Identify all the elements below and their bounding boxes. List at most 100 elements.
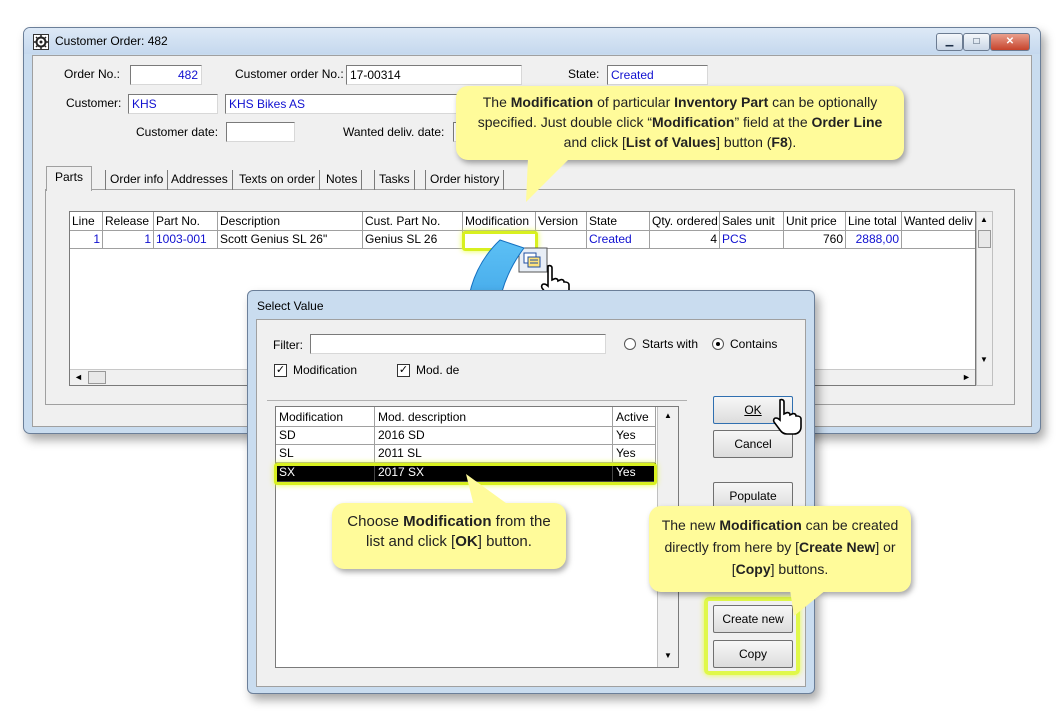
callout-bold: Modification: [652, 114, 735, 130]
scroll-left-arrow-icon[interactable]: ◄: [74, 372, 83, 382]
order-no-label: Order No.:: [64, 67, 121, 81]
tab-tasks[interactable]: Tasks: [374, 170, 415, 190]
list-cell-mod[interactable]: SL: [276, 445, 375, 463]
list-scroll-up-icon[interactable]: ▲: [664, 411, 672, 420]
col-header-state[interactable]: State: [587, 212, 650, 231]
callout-text: of particular: [593, 94, 675, 110]
customer-code-field[interactable]: KHS: [128, 94, 218, 114]
filter-input[interactable]: [310, 334, 606, 354]
grid-vertical-scrollbar[interactable]: ▲ ▼: [976, 211, 993, 386]
cell-unit-price[interactable]: 760: [784, 231, 846, 249]
customer-date-label: Customer date:: [136, 125, 219, 139]
callout-text: ).: [787, 134, 797, 150]
callout-middle-tail: [462, 474, 522, 506]
minimize-button[interactable]: ▁: [936, 33, 963, 51]
callout-text: ] button (: [716, 134, 772, 150]
wanted-deliv-date-label: Wanted deliv. date:: [343, 125, 445, 139]
callout-text: The new: [661, 517, 720, 533]
callout-bold: F8: [771, 134, 788, 150]
hand-cursor-icon: [770, 396, 804, 436]
scroll-up-arrow-icon[interactable]: ▲: [980, 215, 988, 224]
cell-sales-unit[interactable]: PCS: [720, 231, 784, 249]
filter-label: Filter:: [273, 338, 303, 352]
col-header-wanted-deliv[interactable]: Wanted deliv: [902, 212, 975, 231]
cell-wanted-deliv[interactable]: [902, 231, 975, 249]
contains-label: Contains: [730, 337, 778, 351]
state-field[interactable]: Created: [607, 65, 708, 85]
list-cell-mod[interactable]: SD: [276, 427, 375, 445]
callout-bold: Order Line: [811, 114, 883, 130]
col-header-unit-price[interactable]: Unit price: [784, 212, 846, 231]
list-cell-active[interactable]: Yes: [613, 427, 656, 445]
cell-line-total[interactable]: 2888,00: [846, 231, 902, 249]
window-title: Customer Order: 482: [55, 34, 168, 48]
col-header-version[interactable]: Version: [536, 212, 587, 231]
customer-order-no-label: Customer order No.:: [235, 67, 344, 81]
list-cell-active[interactable]: Yes: [613, 445, 656, 463]
callout-text: ] buttons.: [770, 561, 829, 577]
list-cell-desc[interactable]: 2011 SL: [375, 445, 613, 463]
list-col-mod-description[interactable]: Mod. description: [375, 407, 613, 427]
tab-texts-on-order[interactable]: Texts on order: [235, 170, 321, 190]
callout-right-tail: [790, 590, 830, 618]
col-header-cust-part-no[interactable]: Cust. Part No.: [363, 212, 463, 231]
cell-state[interactable]: Created: [587, 231, 650, 249]
callout-bold: Modification: [719, 517, 802, 533]
callout-bold: Modification: [510, 94, 594, 110]
col-header-qty-ordered[interactable]: Qty. ordered: [650, 212, 720, 231]
callout-text: The: [482, 94, 511, 110]
grid-hscroll-thumb[interactable]: [88, 371, 106, 384]
callout-bold: OK: [455, 533, 478, 550]
maximize-button[interactable]: □: [963, 33, 990, 51]
col-header-release[interactable]: Release: [103, 212, 154, 231]
order-no-field[interactable]: 482: [130, 65, 202, 85]
cell-part-no[interactable]: 1003-001: [154, 231, 218, 249]
ok-button-label: OK: [744, 403, 762, 417]
col-header-description[interactable]: Description: [218, 212, 363, 231]
modification-checkbox-label: Modification: [293, 363, 358, 377]
main-titlebar[interactable]: Customer Order: 482 ▁ □ ✕: [24, 28, 1040, 54]
tab-notes[interactable]: Notes: [322, 170, 363, 190]
list-col-active[interactable]: Active: [613, 407, 656, 427]
cell-qty-ordered[interactable]: 4: [650, 231, 720, 249]
list-cell-desc[interactable]: 2016 SD: [375, 427, 613, 445]
cell-release[interactable]: 1: [103, 231, 154, 249]
tab-parts[interactable]: Parts: [46, 166, 93, 191]
close-button[interactable]: ✕: [990, 33, 1030, 51]
callout-bold: Copy: [735, 561, 771, 577]
app-gear-icon: [33, 34, 49, 50]
col-header-line[interactable]: Line: [70, 212, 103, 231]
callout-bold: Modification: [403, 513, 492, 530]
callout-text: and click [: [563, 134, 626, 150]
contains-radio[interactable]: [712, 338, 724, 350]
col-header-line-total[interactable]: Line total: [846, 212, 902, 231]
tab-order-history[interactable]: Order history: [425, 170, 505, 190]
scroll-down-arrow-icon[interactable]: ▼: [980, 355, 988, 364]
starts-with-label: Starts with: [642, 337, 699, 351]
cancel-button-label: Cancel: [734, 437, 772, 451]
tab-addresses[interactable]: Addresses: [167, 170, 233, 190]
state-label: State:: [568, 67, 600, 81]
customer-name-field[interactable]: KHS Bikes AS: [225, 94, 465, 114]
modification-checkbox[interactable]: ✓: [274, 364, 287, 377]
customer-order-no-field[interactable]: 17-00314: [346, 65, 522, 85]
callout-top: The Modification of particular Inventory…: [456, 86, 904, 160]
customer-date-field[interactable]: [226, 122, 295, 142]
cell-description[interactable]: Scott Genius SL 26": [218, 231, 363, 249]
tab-order-info[interactable]: Order info: [105, 170, 169, 190]
callout-right: The new Modification can be created dire…: [649, 506, 911, 592]
list-scroll-down-icon[interactable]: ▼: [664, 651, 672, 660]
cell-line[interactable]: 1: [70, 231, 103, 249]
col-header-part-no[interactable]: Part No.: [154, 212, 218, 231]
col-header-modification[interactable]: Modification: [463, 212, 536, 231]
grid-vscroll-thumb[interactable]: [978, 230, 991, 248]
starts-with-radio[interactable]: [624, 338, 636, 350]
customer-label: Customer:: [66, 96, 122, 110]
list-col-modification[interactable]: Modification: [276, 407, 375, 427]
callout-top-tail: [518, 158, 578, 204]
mod-description-checkbox[interactable]: ✓: [397, 364, 410, 377]
col-header-sales-unit[interactable]: Sales unit: [720, 212, 784, 231]
callout-bold: List of Values: [625, 134, 717, 150]
callout-bold: Create New: [799, 539, 876, 555]
scroll-right-arrow-icon[interactable]: ►: [962, 372, 971, 382]
